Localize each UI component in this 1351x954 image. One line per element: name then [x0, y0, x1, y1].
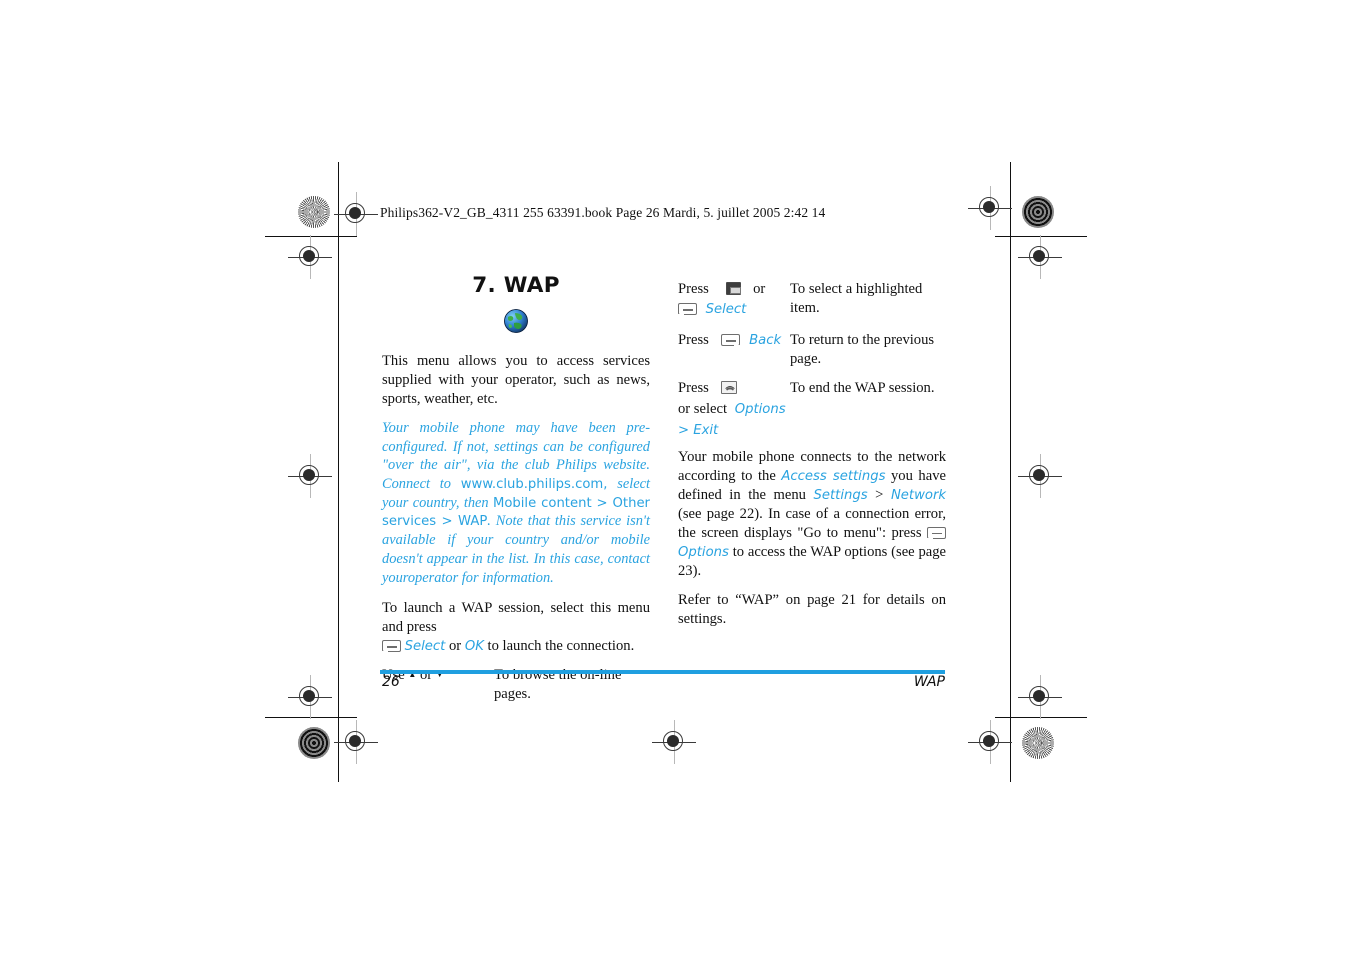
registration-mark-bottom-left [334, 720, 378, 764]
chapter-icon-wrapper [382, 308, 650, 340]
registration-rosette-bottom-left [298, 727, 330, 759]
label-exit: Exit [693, 422, 719, 438]
soft-key-left-icon [678, 302, 697, 315]
registration-mark-top-left [334, 192, 378, 236]
registration-rosette-top-right [1022, 196, 1054, 228]
key-row-back: Press Back To return to the previous pag… [678, 331, 946, 369]
press-label-2: Press [678, 331, 709, 348]
label-select: Select [404, 639, 446, 655]
key-row-select: Press or Select To select a highlighted … [678, 280, 946, 319]
registration-mark-left-lower [288, 675, 332, 719]
intro-paragraph: This menu allows you to access services … [382, 352, 650, 407]
left-column: 7. WAP This menu allows you to access se… [382, 272, 650, 712]
registration-mark-left-middle [288, 454, 332, 498]
network-text-4: (see page 22). In case of a connection e… [678, 505, 946, 541]
page-title: 7. WAP [472, 273, 560, 298]
key-row-exit: Press or select Options > Exit To end th… [678, 379, 946, 440]
submenu-arrow: > [678, 422, 694, 438]
crop-line-right [1010, 162, 1011, 782]
soft-key-left-icon [927, 526, 946, 539]
registration-mark-top-right [968, 186, 1012, 230]
key-row-select-action: To select a highlighted item. [790, 281, 923, 316]
launch-paragraph: To launch a WAP session, select this men… [382, 599, 650, 656]
link-network: Network [890, 487, 946, 503]
nav-ok-key-icon [726, 282, 742, 295]
registration-mark-right-upper [1018, 235, 1062, 279]
soft-key-right-icon [721, 333, 741, 346]
document-page: Philips362-V2_GB_4311 255 63391.book Pag… [0, 0, 1351, 954]
network-text-3: > [867, 486, 891, 503]
or-label-1: or [753, 281, 766, 297]
registration-mark-bottom-right [968, 720, 1012, 764]
press-label-3: Press [678, 379, 709, 396]
link-settings: Settings [813, 487, 868, 503]
footer-section-name: WAP [913, 674, 945, 690]
label-back: Back [749, 332, 782, 348]
launch-text-2: to launch the connection. [487, 638, 635, 655]
link-options: Options [678, 544, 729, 560]
label-ok: OK [464, 639, 484, 655]
link-access-settings: Access settings [781, 468, 886, 484]
refer-paragraph: Refer to “WAP” on page 21 for details on… [678, 591, 946, 627]
note-url: www.club.philips.com, [460, 476, 608, 492]
hangup-key-icon [721, 380, 738, 394]
or-select-label: or select [678, 400, 728, 417]
right-column: Press or Select To select a highlighted … [678, 280, 946, 629]
registration-mark-left-upper [288, 235, 332, 279]
label-select: Select [705, 301, 747, 317]
registration-mark-right-middle [1018, 454, 1062, 498]
footer-page-number: 26 [382, 674, 400, 690]
crop-line-left [338, 162, 339, 782]
registration-rosette-top-left [298, 196, 330, 228]
globe-icon [503, 308, 529, 340]
key-row-select-keys: Press or Select [678, 280, 790, 319]
note-block: Your mobile phone may have been pre-conf… [382, 419, 650, 587]
key-row-exit-action: To end the WAP session. [790, 379, 935, 396]
launch-text-1: To launch a WAP session, select this men… [382, 600, 650, 636]
key-row-exit-keys: Press or select Options > Exit [678, 379, 790, 440]
key-row-back-action: To return to the previous page. [790, 331, 935, 367]
registration-mark-right-lower [1018, 675, 1062, 719]
registration-mark-bottom-center [652, 720, 696, 764]
key-row-back-keys: Press Back [678, 331, 790, 369]
footer-rule [380, 670, 945, 674]
network-paragraph: Your mobile phone connects to the networ… [678, 448, 946, 581]
launch-text-or: or [449, 638, 462, 655]
label-options: Options [734, 401, 786, 417]
soft-key-left-icon [382, 640, 401, 653]
registration-rosette-bottom-right [1022, 727, 1054, 759]
running-head: Philips362-V2_GB_4311 255 63391.book Pag… [380, 205, 826, 220]
press-label-1: Press [678, 281, 709, 297]
